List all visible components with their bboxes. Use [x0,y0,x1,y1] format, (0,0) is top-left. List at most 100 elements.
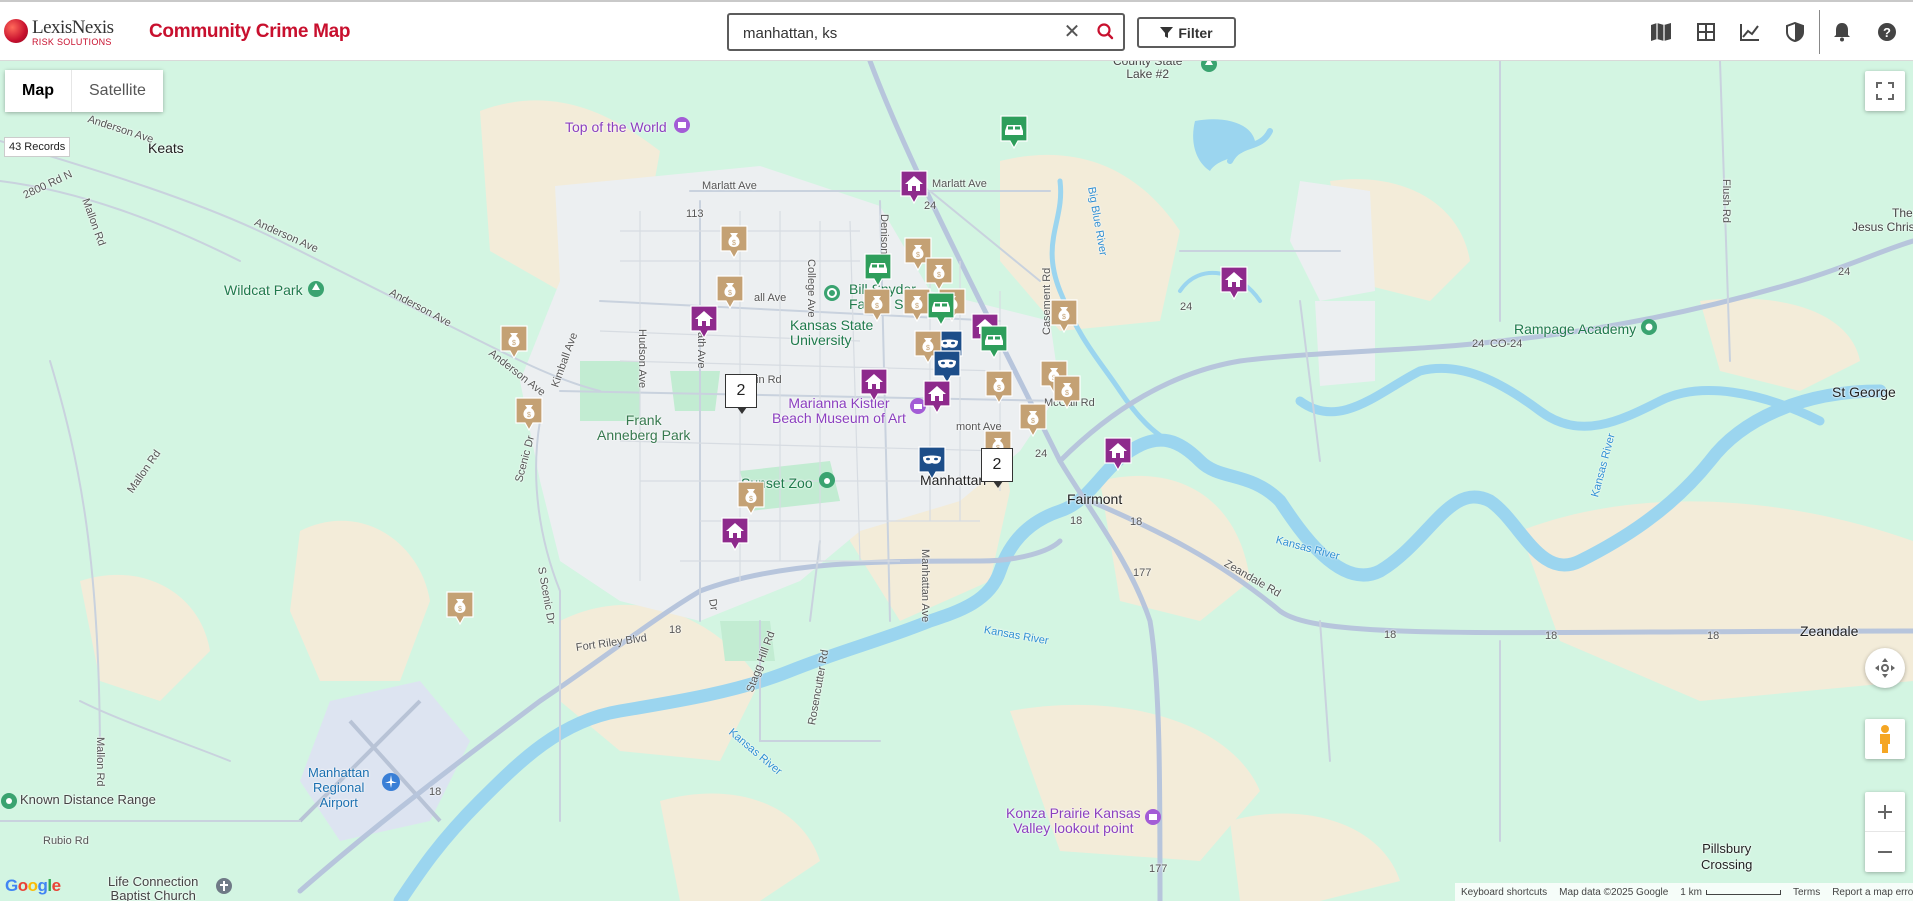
theft-incident-marker[interactable]: $ [1053,375,1081,409]
stadium-pin-icon[interactable] [823,284,841,302]
label-konza-prairie-lookout: Konza Prairie Kansas Valley lookout poin… [1006,806,1141,836]
zoo-pin-icon[interactable] [818,471,836,489]
google-logo[interactable]: Google [5,876,61,896]
label-manhattan-ave: Manhattan Ave [919,549,931,622]
incident-cluster[interactable]: 2 [981,448,1013,482]
airport-pin-icon[interactable] [381,772,401,792]
theft-incident-marker[interactable]: $ [925,257,953,291]
house-icon [860,368,888,402]
google-letter: e [52,876,61,895]
lookout-pin-icon[interactable] [1144,808,1162,826]
map-type-toggle: Map Satellite [5,70,163,112]
theft-incident-marker[interactable]: $ [515,397,543,431]
theft-incident-marker[interactable]: $ [720,225,748,259]
google-letter: g [38,876,48,895]
svg-text:?: ? [1883,25,1891,40]
vehicle-incident-marker[interactable] [864,253,892,287]
label-in-rd: in Rd [756,374,782,386]
theft-incident-marker[interactable]: $ [985,370,1013,404]
theft-incident-marker[interactable]: $ [863,288,891,322]
location-search-input[interactable] [743,23,1043,43]
zoom-out-button[interactable] [1865,832,1905,872]
incident-cluster[interactable]: 2 [725,374,757,408]
svg-text:$: $ [728,290,732,297]
attraction-pin-icon[interactable] [673,116,691,134]
burglary-incident-marker[interactable] [721,517,749,551]
notifications-bell-icon[interactable] [1829,19,1855,45]
svg-text:$: $ [915,303,919,310]
google-letter: G [5,876,18,895]
label-all-ave: all Ave [754,292,786,304]
vehicle-incident-marker[interactable] [927,292,955,326]
keyboard-shortcuts-link[interactable]: Keyboard shortcuts [1461,887,1547,898]
theft-incident-marker[interactable]: $ [1019,403,1047,437]
svg-text:$: $ [1065,390,1069,397]
school-pin-icon[interactable] [1640,318,1658,336]
burglary-incident-marker[interactable] [923,380,951,414]
theft-incident-marker[interactable]: $ [446,591,474,625]
filter-button[interactable]: Filter [1137,17,1236,48]
fullscreen-icon [1876,82,1894,100]
table-view-icon[interactable] [1693,19,1719,45]
money-bag-icon: $ [1053,375,1081,409]
burglary-incident-marker[interactable] [1220,266,1248,300]
church-pin-icon[interactable] [215,877,233,895]
location-search-box: ✕ [727,13,1125,51]
records-count-badge: 43 Records [4,137,70,157]
robbery-incident-marker[interactable] [918,446,946,480]
robbery-incident-marker[interactable] [933,350,961,384]
label-dr-fragment: Dr [706,598,720,612]
search-icon[interactable] [1095,21,1117,43]
lexisnexis-logo[interactable]: LexisNexis RISK SOLUTIONS [4,17,130,51]
burglary-incident-marker[interactable] [900,170,928,204]
label-pillsbury-crossing: Pillsbury Crossing [1701,841,1752,873]
scale-bar[interactable]: 1 km [1680,887,1781,898]
theft-incident-marker[interactable]: $ [716,275,744,309]
route-shield-24: 24 [1472,338,1484,350]
theft-incident-marker[interactable]: $ [1050,299,1078,333]
help-icon[interactable]: ? [1874,19,1900,45]
header-divider [1819,10,1820,54]
label-wildcat-park: Wildcat Park [224,282,303,298]
route-shield-18: 18 [1070,515,1082,527]
money-bag-icon: $ [737,481,765,515]
burglary-incident-marker[interactable] [690,305,718,339]
analytics-chart-icon[interactable] [1737,19,1763,45]
route-shield-18: 18 [1130,516,1142,528]
camera-control-button[interactable] [1865,648,1905,688]
house-icon [923,380,951,414]
vehicle-icon [864,253,892,287]
burglary-incident-marker[interactable] [1104,437,1132,471]
zoom-in-button[interactable] [1865,792,1905,832]
svg-text:$: $ [875,303,879,310]
map-view-icon[interactable] [1648,19,1674,45]
map-type-satellite-button[interactable]: Satellite [72,70,163,112]
label-co-24: CO-24 [1490,338,1522,350]
label-kansas-state-university: Kansas State University [790,318,873,348]
shield-icon[interactable] [1782,19,1808,45]
range-pin-icon[interactable] [0,792,18,810]
vehicle-incident-marker[interactable] [1000,115,1028,149]
report-map-error-link[interactable]: Report a map error [1832,887,1913,898]
burglary-incident-marker[interactable] [860,368,888,402]
theft-incident-marker[interactable]: $ [500,325,528,359]
label-fairmont: Fairmont [1067,491,1122,507]
route-shield-113: 113 [686,208,704,220]
label-frank-anneberg-park: Frank Anneberg Park [597,413,690,443]
vehicle-incident-marker[interactable] [980,325,1008,359]
street-view-pegman-button[interactable] [1865,719,1905,759]
theft-incident-marker[interactable]: $ [737,481,765,515]
label-marlatt-ave-east: Marlatt Ave [932,178,987,190]
park-pin-icon[interactable] [307,280,325,298]
money-bag-icon: $ [720,225,748,259]
map-type-map-button[interactable]: Map [5,70,72,112]
vehicle-icon [980,325,1008,359]
label-hudson-ave: Hudson Ave [636,329,648,388]
park-pin-icon[interactable] [1200,61,1218,73]
fullscreen-button[interactable] [1865,71,1905,111]
clear-search-icon[interactable]: ✕ [1059,19,1085,45]
svg-text:$: $ [732,240,736,247]
crime-map[interactable]: 24 113 24 24 24 24 18 18 18 18 18 177 17… [0,61,1913,901]
terms-link[interactable]: Terms [1793,887,1820,898]
svg-text:$: $ [916,252,920,259]
